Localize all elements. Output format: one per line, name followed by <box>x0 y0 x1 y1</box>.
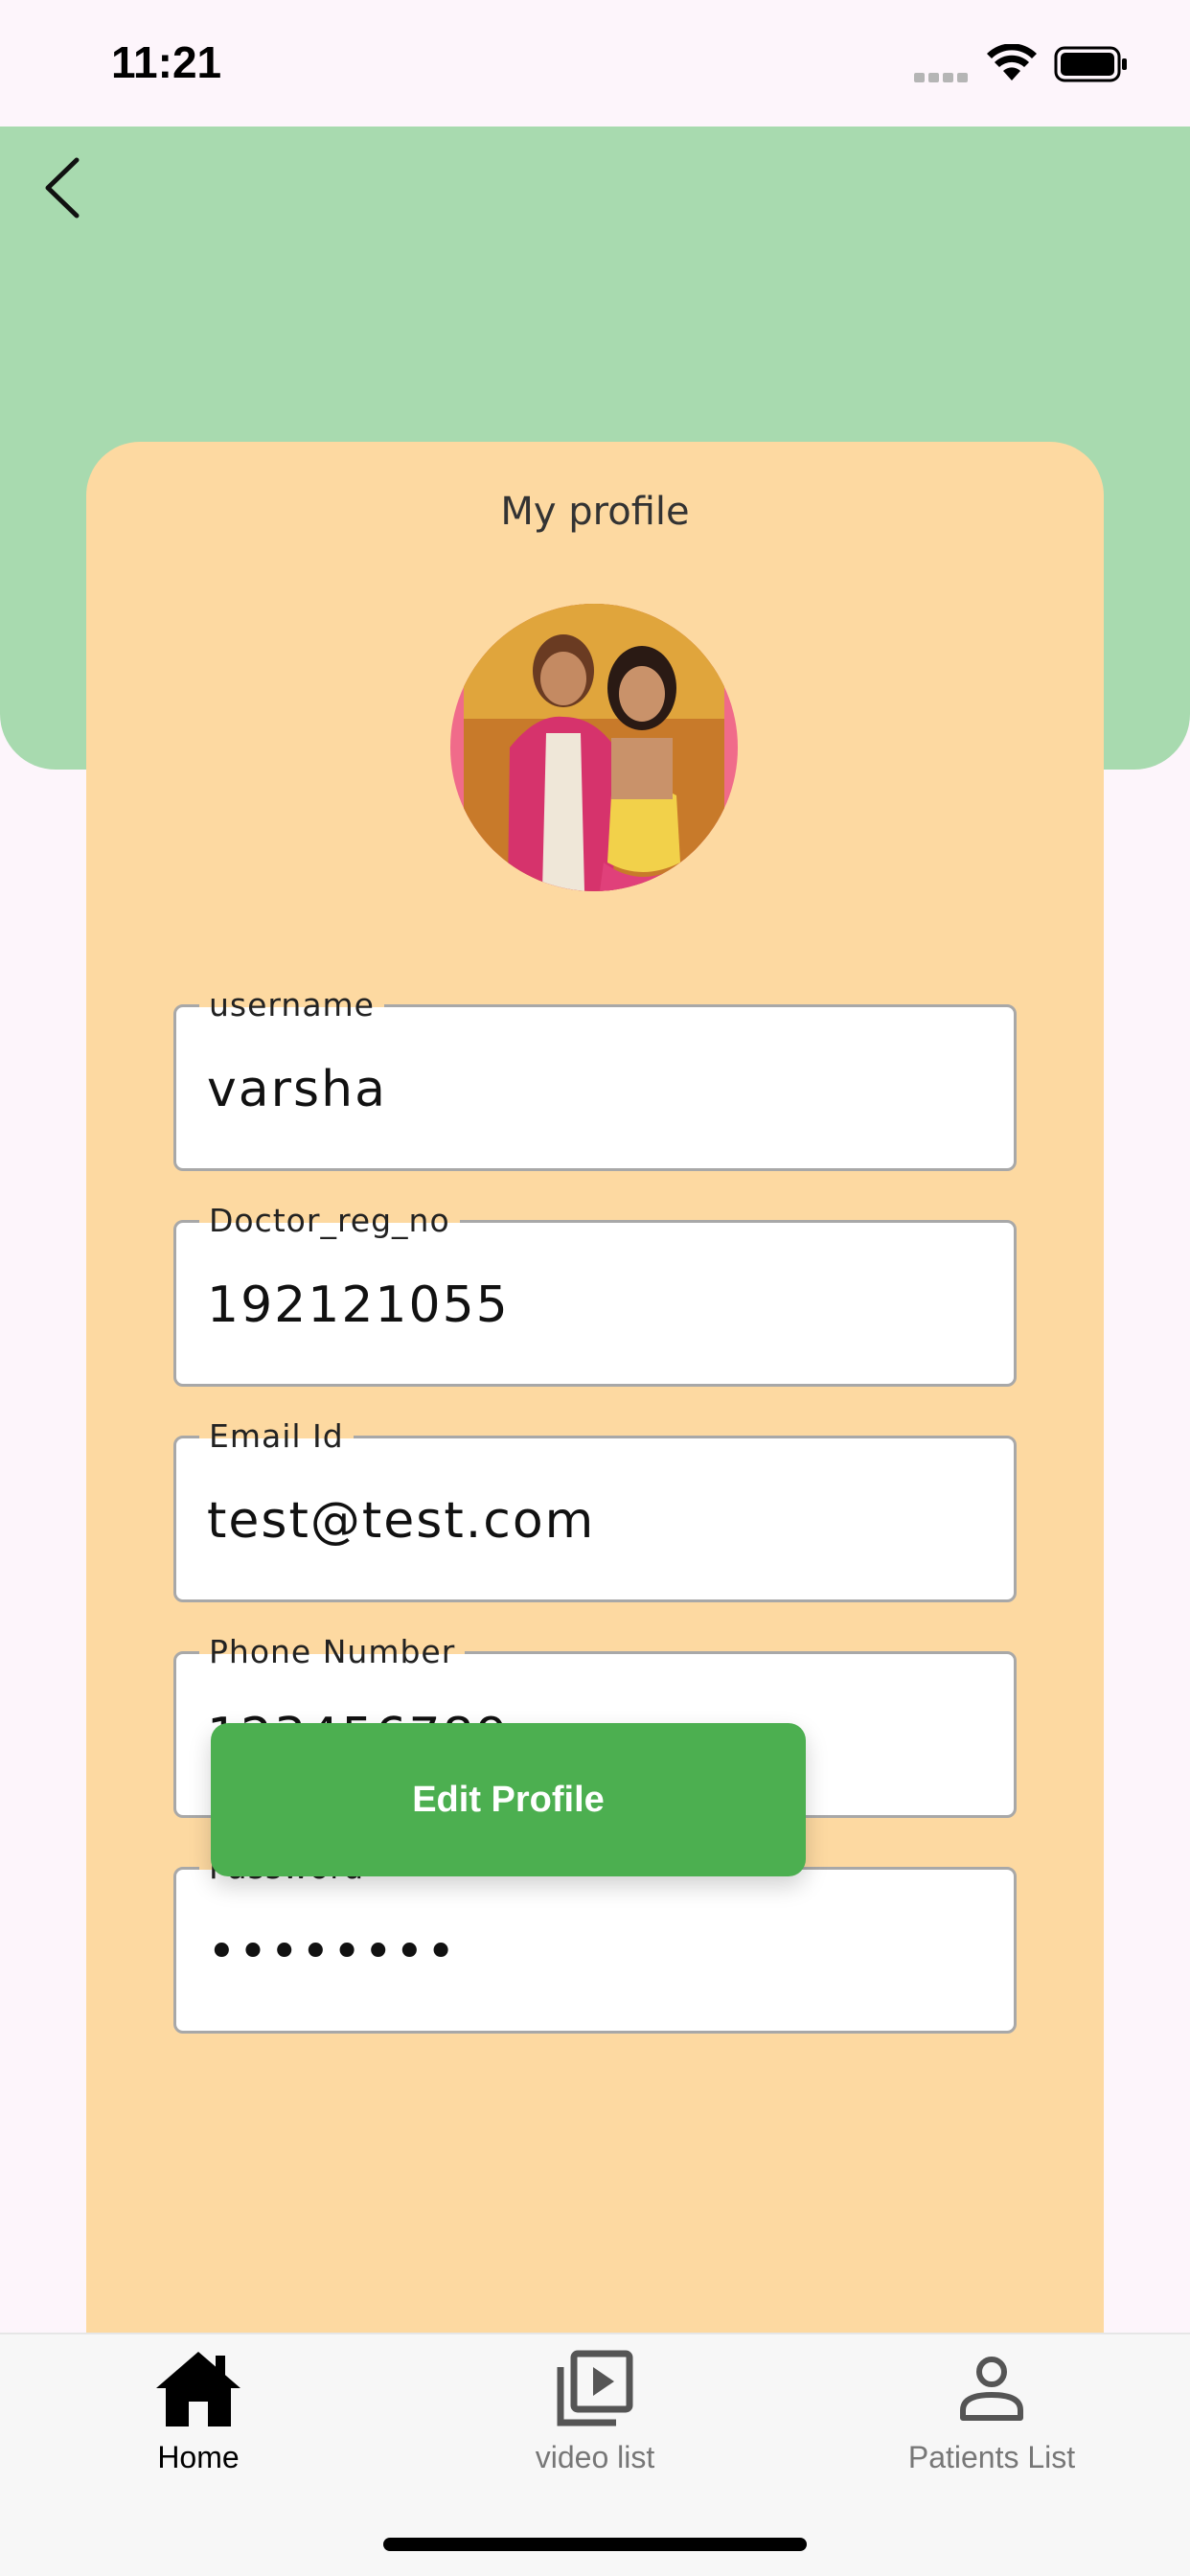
username-field[interactable]: username varsha <box>173 986 1017 1171</box>
avatar-photo <box>450 604 738 891</box>
nav-label-patients-list: Patients List <box>907 2440 1076 2474</box>
chevron-left-icon <box>45 157 80 218</box>
nav-item-home[interactable]: Home <box>55 2334 342 2517</box>
video-library-icon <box>557 2350 633 2426</box>
phone-number-label: Phone Number <box>199 1633 466 1671</box>
nav-label-video-list: video list <box>535 2440 655 2474</box>
email-input[interactable]: test@test.com <box>207 1492 595 1550</box>
home-indicator <box>383 2538 807 2551</box>
nav-item-patients-list[interactable]: Patients List <box>848 2334 1135 2517</box>
username-input[interactable]: varsha <box>207 1061 387 1118</box>
profile-avatar[interactable] <box>450 604 738 891</box>
card-title: My profile <box>500 490 690 534</box>
nav-item-video-list[interactable]: video list <box>451 2334 739 2517</box>
person-icon <box>960 2357 1023 2421</box>
password-field[interactable]: Password •••••••• <box>173 1849 1017 2034</box>
nav-label-home: Home <box>157 2440 240 2474</box>
status-bar: 11:21 <box>0 0 1190 126</box>
username-label: username <box>199 986 384 1024</box>
doctor-reg-no-input[interactable]: 192121055 <box>207 1276 510 1334</box>
profile-card: My profile username varsha Doctor_reg_no… <box>86 442 1104 2358</box>
wifi-icon <box>987 44 1037 80</box>
cellular-signal-icon <box>914 73 968 82</box>
email-field[interactable]: Email Id test@test.com <box>173 1417 1017 1602</box>
email-label: Email Id <box>199 1417 354 1456</box>
password-input[interactable]: •••••••• <box>207 1923 457 1981</box>
edit-profile-button[interactable]: Edit Profile <box>211 1723 806 1876</box>
doctor-reg-no-label: Doctor_reg_no <box>199 1202 460 1240</box>
doctor-reg-no-field[interactable]: Doctor_reg_no 192121055 <box>173 1202 1017 1387</box>
home-icon <box>156 2352 240 2426</box>
status-time: 11:21 <box>111 37 222 87</box>
battery-icon <box>1054 46 1127 82</box>
back-button[interactable] <box>34 153 92 222</box>
